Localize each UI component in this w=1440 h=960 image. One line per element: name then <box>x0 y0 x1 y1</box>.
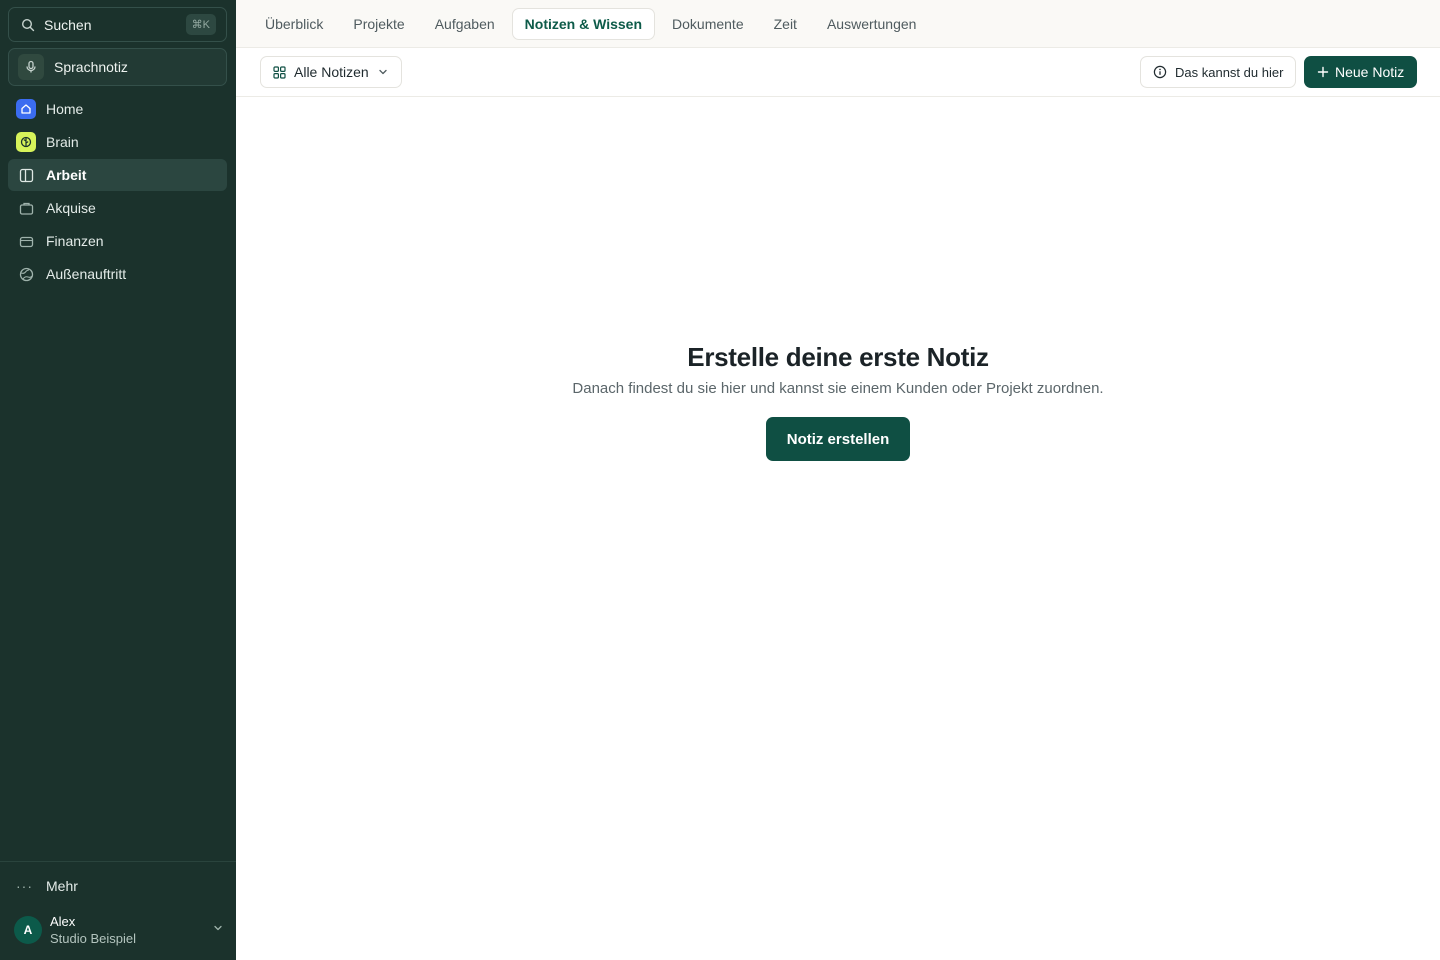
new-note-label: Neue Notiz <box>1335 64 1405 80</box>
sidebar-item-label: Akquise <box>46 200 96 216</box>
globe-icon <box>16 264 36 284</box>
plus-icon <box>1317 66 1329 78</box>
columns-icon <box>16 165 36 185</box>
more-button[interactable]: ··· Mehr <box>16 875 78 897</box>
tab-zeit[interactable]: Zeit <box>761 8 810 40</box>
chevron-down-icon <box>212 921 224 939</box>
search-button[interactable]: Suchen ⌘K <box>8 7 227 42</box>
sidebar-item-arbeit[interactable]: Arbeit <box>8 159 227 191</box>
search-label: Suchen <box>44 16 92 33</box>
avatar: A <box>14 916 42 944</box>
info-icon <box>1153 65 1167 79</box>
sidebar-item-label: Finanzen <box>46 233 104 249</box>
sidebar-item-home[interactable]: Home <box>8 93 227 125</box>
help-button[interactable]: Das kannst du hier <box>1140 56 1297 88</box>
tab-dokumente[interactable]: Dokumente <box>659 8 757 40</box>
notes-filter-label: Alle Notizen <box>294 64 369 80</box>
more-dots-icon: ··· <box>16 878 33 894</box>
chevron-down-icon <box>377 66 389 78</box>
new-note-button[interactable]: Neue Notiz <box>1304 56 1418 88</box>
tab-notizen-wissen[interactable]: Notizen & Wissen <box>511 8 656 40</box>
brain-icon <box>16 132 36 152</box>
section-tabs: Überblick Projekte Aufgaben Notizen & Wi… <box>252 8 933 40</box>
search-shortcut-badge: ⌘K <box>185 14 216 35</box>
create-note-button[interactable]: Notiz erstellen <box>765 417 911 461</box>
user-name: Alex <box>50 914 76 929</box>
notes-filter-dropdown[interactable]: Alle Notizen <box>260 56 402 88</box>
search-icon <box>21 18 35 32</box>
microphone-icon <box>18 54 44 80</box>
grid-icon <box>273 65 286 79</box>
voice-note-label: Sprachnotiz <box>54 59 128 75</box>
empty-state-subtitle: Danach findest du sie hier und kannst si… <box>572 380 1104 397</box>
sidebar-item-label: Außenauftritt <box>46 266 127 282</box>
more-label: Mehr <box>46 878 78 894</box>
tab-aufgaben[interactable]: Aufgaben <box>422 8 508 40</box>
sidebar-item-akquise[interactable]: Akquise <box>8 192 227 224</box>
sidebar-nav: Home Brain Arbeit Akquise Finanzen Außen… <box>8 93 227 291</box>
sidebar-item-label: Brain <box>46 134 79 150</box>
user-org: Studio Beispiel <box>50 931 136 946</box>
tab-auswertungen[interactable]: Auswertungen <box>814 8 930 40</box>
sidebar-item-brain[interactable]: Brain <box>8 126 227 158</box>
user-menu[interactable]: A Alex Studio Beispiel <box>14 912 224 948</box>
sidebar-item-label: Home <box>46 101 84 117</box>
home-icon <box>16 99 36 119</box>
empty-state: Erstelle deine erste Notiz Danach findes… <box>236 340 1440 461</box>
top-tab-bar: Überblick Projekte Aufgaben Notizen & Wi… <box>236 0 1440 48</box>
sidebar-item-aussenauftritt[interactable]: Außenauftritt <box>8 258 227 290</box>
sidebar: Suchen ⌘K Sprachnotiz Home Brain Arbeit <box>0 0 236 960</box>
empty-state-title: Erstelle deine erste Notiz <box>687 342 989 372</box>
briefcase-icon <box>16 198 36 218</box>
tab-projekte[interactable]: Projekte <box>340 8 417 40</box>
user-meta: Alex Studio Beispiel <box>50 913 212 947</box>
wallet-icon <box>16 231 36 251</box>
help-label: Das kannst du hier <box>1175 64 1284 80</box>
tab-ueberblick[interactable]: Überblick <box>252 8 336 40</box>
notes-toolbar: Alle Notizen Das kannst du hier Neue Not… <box>236 48 1440 97</box>
sidebar-item-label: Arbeit <box>46 167 87 183</box>
voice-note-button[interactable]: Sprachnotiz <box>8 48 227 86</box>
sidebar-item-finanzen[interactable]: Finanzen <box>8 225 227 257</box>
sidebar-divider <box>0 861 236 862</box>
